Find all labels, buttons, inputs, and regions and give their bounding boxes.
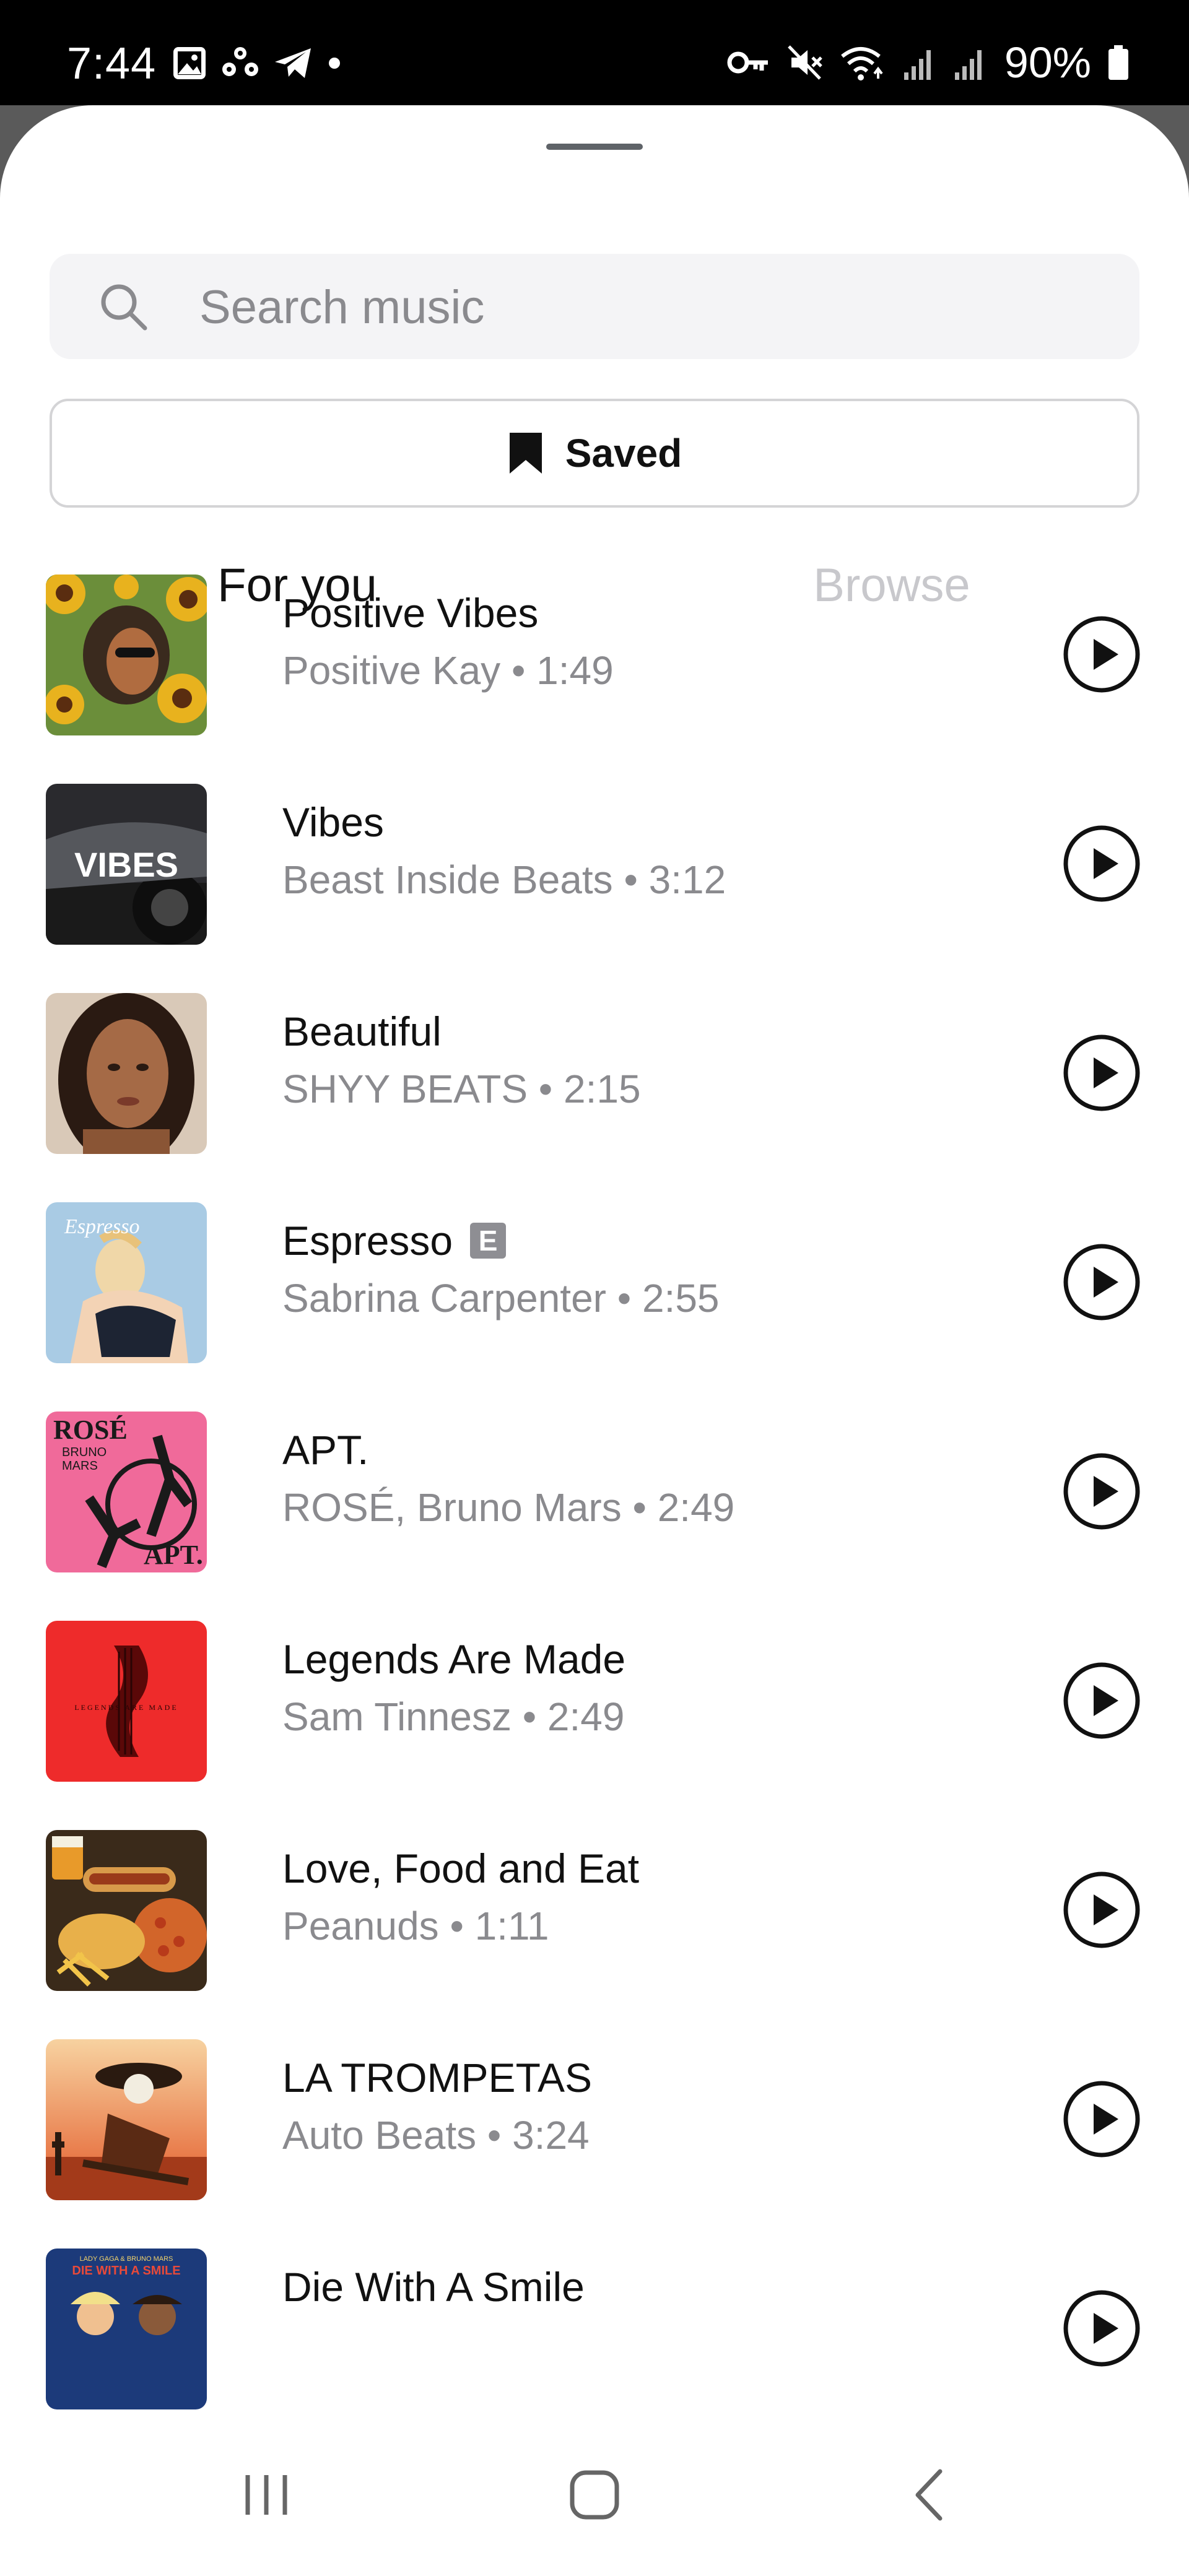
play-button[interactable] [1063,2080,1141,2158]
track-title: Love, Food and Eat [282,1845,640,1891]
track-meta: ROSÉ, Bruno Mars • 2:49 [282,1485,735,1530]
drag-handle[interactable] [546,144,643,150]
track-meta: Auto Beats • 3:24 [282,2113,590,2158]
cover-text: LADY GAGA & BRUNO MARS [80,2255,173,2263]
track-meta: Beast Inside Beats • 3:12 [282,857,726,902]
wifi-icon [840,44,887,81]
album-cover [46,993,207,1154]
back-icon[interactable] [899,2464,961,2526]
play-button[interactable] [1063,825,1141,903]
play-button[interactable] [1063,1871,1141,1949]
album-cover: Espresso [46,1202,207,1363]
track-list[interactable]: Positive Vibes Positive Kay • 1:49 VIBES… [0,557,1189,2427]
search-input[interactable] [198,254,1117,360]
track-row[interactable]: Beautiful SHYY BEATS • 2:15 [0,976,1189,1185]
system-nav-bar [0,2427,1189,2576]
dot-icon [327,56,342,71]
mute-icon [786,44,824,81]
track-title: Beautiful [282,1008,442,1054]
track-row[interactable]: ROSÉ BRUNO MARS APT. APT. ROSÉ, Bruno Ma… [0,1394,1189,1603]
track-title: APT. [282,1427,369,1473]
cover-text: VIBES [74,845,178,884]
signal-icon [954,44,988,81]
track-title: Legends Are Made [282,1636,626,1682]
gallery-icon [172,46,207,80]
play-button[interactable] [1063,2289,1141,2367]
album-cover: LADY GAGA & BRUNO MARS DIE WITH A SMILE [46,2249,207,2409]
track-meta: Peanuds • 1:11 [282,1904,549,1948]
track-title: LA TROMPETAS [282,2055,593,2101]
recent-apps-icon[interactable] [235,2464,297,2526]
play-button[interactable] [1063,1034,1141,1112]
bookmark-icon [507,432,544,475]
explicit-badge: E [470,1223,507,1259]
cover-text: Espresso [64,1215,140,1238]
saved-button[interactable]: Saved [50,399,1139,508]
play-button[interactable] [1063,1452,1141,1530]
telegram-icon [274,46,313,80]
cover-text: DIE WITH A SMILE [72,2264,180,2278]
track-title: Die With A Smile [282,2264,585,2310]
track-meta: Positive Kay • 1:49 [282,648,614,693]
track-meta: SHYY BEATS • 2:15 [282,1067,641,1111]
track-meta: Sabrina Carpenter • 2:55 [282,1276,720,1321]
track-row[interactable]: Positive Vibes Positive Kay • 1:49 [0,557,1189,766]
search-bar[interactable] [50,254,1139,360]
battery-percentage: 90% [1004,38,1091,87]
album-cover [46,2039,207,2200]
album-cover [46,575,207,735]
play-button[interactable] [1063,615,1141,693]
track-row[interactable]: Love, Food and Eat Peanuds • 1:11 [0,1813,1189,2022]
album-cover [46,1830,207,1991]
album-cover: LEGENDS ARE MADE [46,1621,207,1782]
track-title: Vibes [282,799,384,845]
track-title: Espresso E [282,1217,507,1264]
track-row[interactable]: LADY GAGA & BRUNO MARS DIE WITH A SMILE … [0,2231,1189,2427]
track-row[interactable]: LA TROMPETAS Auto Beats • 3:24 [0,2022,1189,2231]
home-icon[interactable] [564,2464,625,2526]
play-button[interactable] [1063,1662,1141,1740]
cover-text: BRUNO [62,1446,107,1459]
album-cover: VIBES [46,784,207,945]
track-meta: Sam Tinnesz • 2:49 [282,1694,625,1739]
play-button[interactable] [1063,1243,1141,1321]
status-time: 7:44 [67,39,157,89]
track-row[interactable]: VIBES Vibes Beast Inside Beats • 3:12 [0,766,1189,976]
track-row[interactable]: Espresso Espresso E Sabrina Carpenter • … [0,1185,1189,1394]
signal-icon [903,44,938,81]
saved-label: Saved [565,431,682,475]
cover-text: MARS [62,1459,98,1473]
cover-text: LEGENDS ARE MADE [74,1703,178,1712]
battery-icon [1107,44,1130,81]
status-bar: 7:44 90% [0,0,1189,105]
cover-text: APT. [144,1540,203,1570]
status-system-icons: 90% [727,38,1130,87]
dots-app-icon [220,46,260,80]
album-cover: ROSÉ BRUNO MARS APT. [46,1412,207,1572]
status-notification-icons [172,45,342,82]
track-title: Positive Vibes [282,590,539,636]
track-row[interactable]: LEGENDS ARE MADE Legends Are Made Sam Ti… [0,1603,1189,1813]
search-icon [98,281,150,336]
cover-text: ROSÉ [53,1415,128,1445]
key-icon [727,47,770,78]
